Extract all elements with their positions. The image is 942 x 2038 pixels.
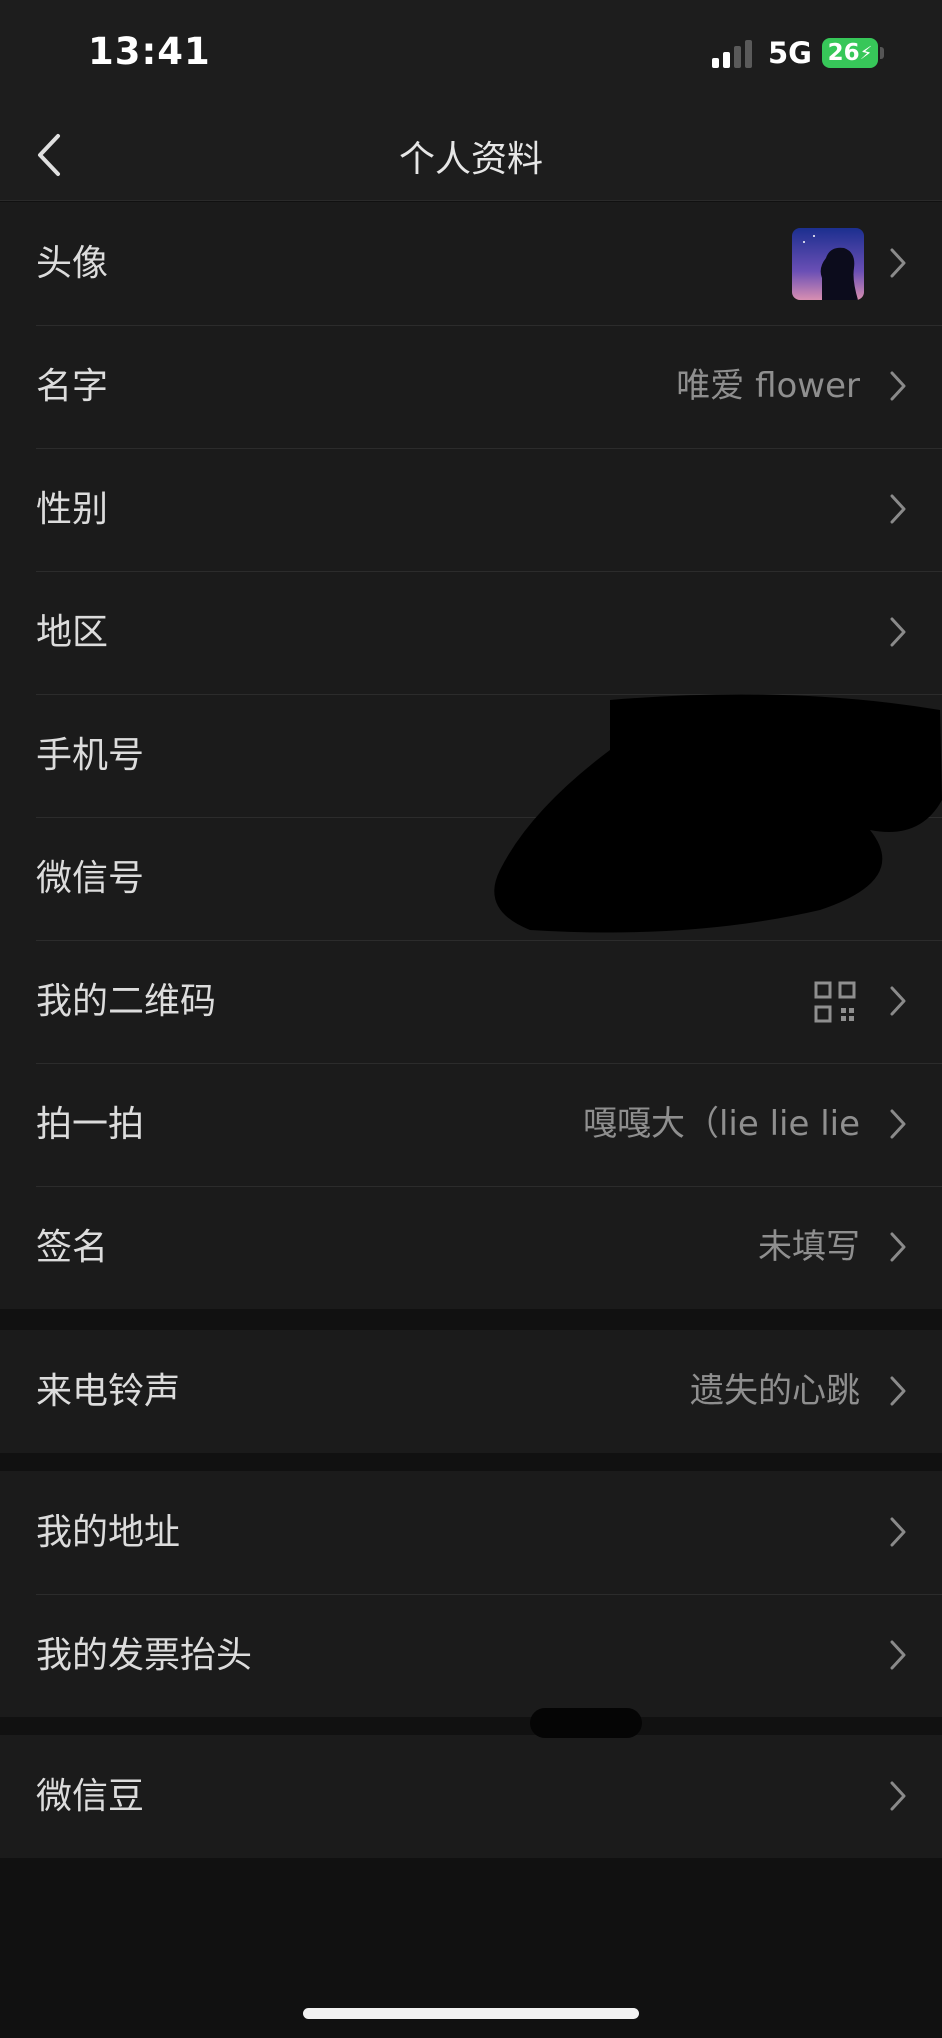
row-label: 头像 <box>36 243 109 284</box>
chevron-right-icon <box>890 248 906 278</box>
row-invoice-title[interactable]: 我的发票抬头 <box>0 1594 942 1717</box>
page-title: 个人资料 <box>398 139 543 180</box>
row-label: 我的二维码 <box>36 981 217 1022</box>
chevron-right-icon <box>890 1640 906 1670</box>
row-label: 名字 <box>36 366 109 407</box>
row-pat[interactable]: 拍一拍 嘎嘎大（lie lie lie <box>0 1063 942 1186</box>
row-label: 签名 <box>36 1227 109 1268</box>
avatar[interactable] <box>792 228 864 300</box>
chevron-right-icon <box>890 1376 906 1406</box>
row-label: 我的地址 <box>36 1512 181 1553</box>
chevron-right-icon <box>890 1109 906 1139</box>
status-bar: 13:41 5G 26 ⚡ <box>0 0 942 108</box>
row-label: 地区 <box>36 612 109 653</box>
chevron-right-icon <box>890 494 906 524</box>
profile-group-address: 我的地址 我的发票抬头 <box>0 1471 942 1717</box>
row-name[interactable]: 名字 唯爱 flower <box>0 325 942 448</box>
battery-cap <box>880 47 884 59</box>
nav-bar: 个人资料 <box>0 108 942 201</box>
chevron-right-icon <box>890 617 906 647</box>
chevron-right-icon <box>890 1232 906 1262</box>
row-ringtone[interactable]: 来电铃声 遗失的心跳 <box>0 1330 942 1453</box>
chevron-right-icon <box>890 1781 906 1811</box>
redaction-scribble <box>494 694 942 933</box>
row-my-address[interactable]: 我的地址 <box>0 1471 942 1594</box>
row-label: 我的发票抬头 <box>36 1635 253 1676</box>
profile-group-ringtone: 来电铃声 遗失的心跳 <box>0 1330 942 1453</box>
charging-bolt-icon: ⚡ <box>859 42 873 64</box>
chevron-right-icon <box>890 1517 906 1547</box>
row-region[interactable]: 地区 <box>0 571 942 694</box>
row-label: 拍一拍 <box>36 1104 145 1145</box>
row-label: 来电铃声 <box>36 1371 181 1412</box>
row-value: 未填写 <box>758 1227 860 1267</box>
chevron-right-icon <box>890 986 906 1016</box>
row-label: 性别 <box>36 489 109 530</box>
redaction-smudge <box>530 1708 642 1738</box>
home-indicator <box>303 2008 639 2019</box>
row-value: 遗失的心跳 <box>690 1371 860 1411</box>
profile-group-beans: 微信豆 <box>0 1735 942 1858</box>
row-label: 手机号 <box>36 735 145 776</box>
row-value: 嘎嘎大（lie lie lie <box>582 1104 860 1144</box>
row-avatar[interactable]: 头像 <box>0 202 942 325</box>
network-type: 5G <box>768 36 812 70</box>
qr-code-icon <box>814 981 856 1023</box>
row-qr-code[interactable]: 我的二维码 <box>0 940 942 1063</box>
row-signature[interactable]: 签名 未填写 <box>0 1186 942 1309</box>
row-label: 微信豆 <box>36 1776 145 1817</box>
row-wechat-beans[interactable]: 微信豆 <box>0 1735 942 1858</box>
status-time: 13:41 <box>88 30 211 73</box>
chevron-right-icon <box>890 371 906 401</box>
battery-icon: 26 ⚡ <box>822 38 878 68</box>
row-label: 微信号 <box>36 858 145 899</box>
row-gender[interactable]: 性别 <box>0 448 942 571</box>
signal-icon <box>712 40 752 68</box>
row-value: 唯爱 flower <box>676 366 860 406</box>
battery-level: 26 <box>827 40 860 66</box>
